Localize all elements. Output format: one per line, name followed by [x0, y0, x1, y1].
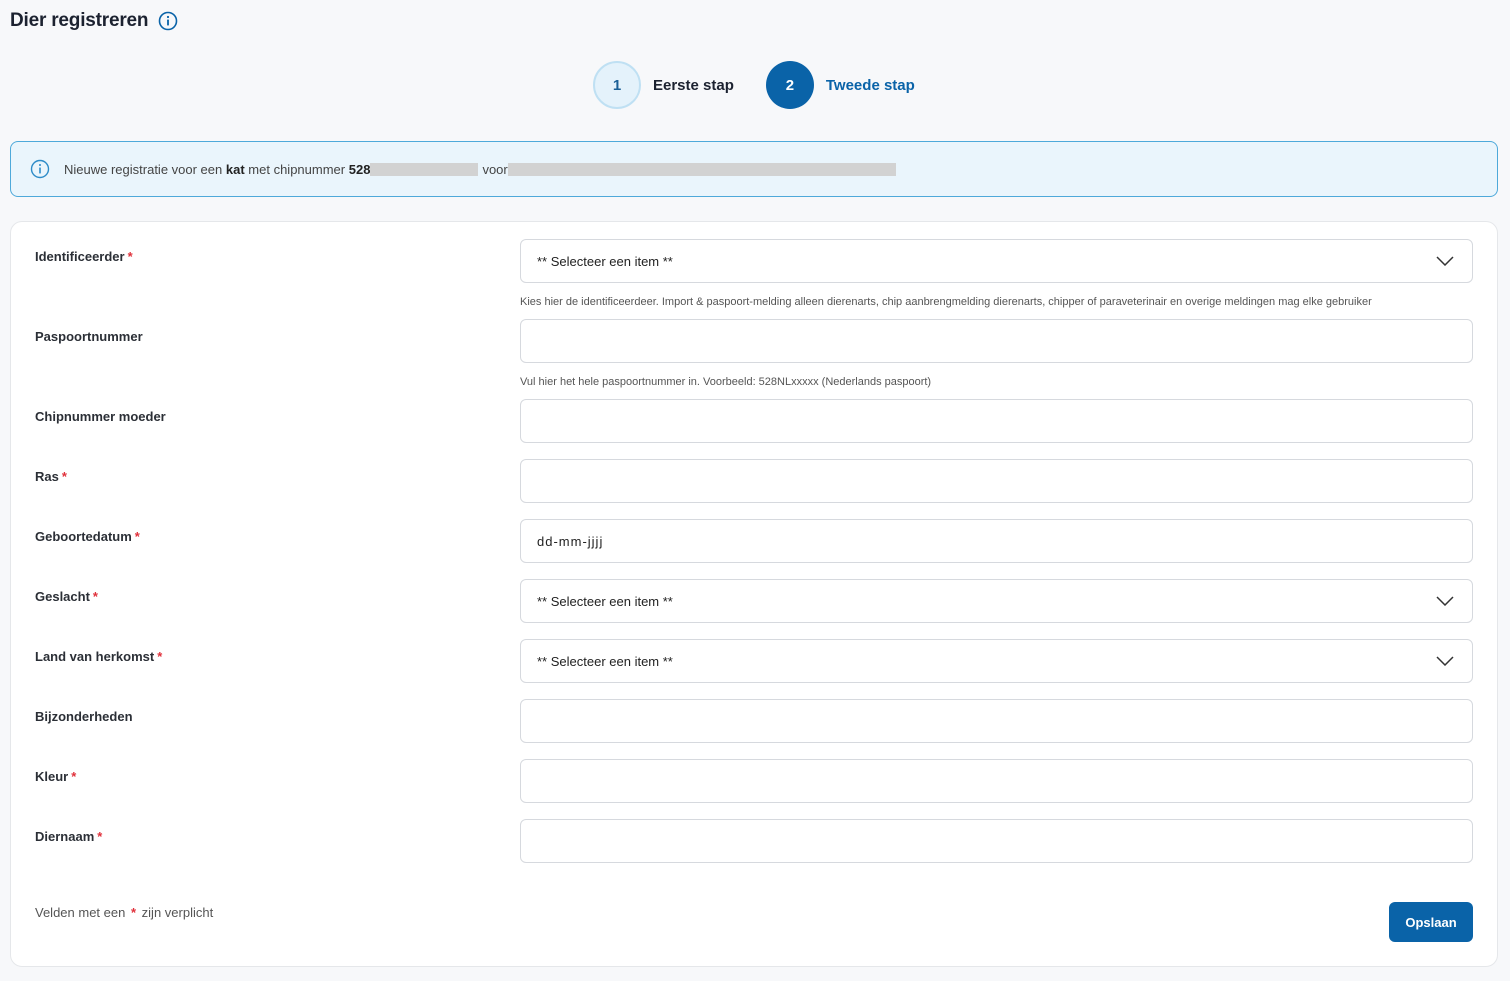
notice-chip-prefix: 528	[348, 161, 371, 177]
field-label: Geslacht *	[35, 589, 98, 604]
field-label: Identificeerder *	[35, 249, 133, 264]
registration-notice: Nieuwe registratie voor een kat met chip…	[10, 141, 1498, 197]
field-label: Land van herkomst *	[35, 649, 163, 664]
paspoortnummer-input[interactable]	[520, 319, 1473, 363]
step-1[interactable]: 1 Eerste stap	[593, 61, 734, 109]
field-label: Paspoortnummer	[35, 329, 143, 344]
geslacht-select[interactable]: ** Selecteer een item **	[520, 579, 1473, 623]
notice-text-prefix: Nieuwe registratie voor een	[64, 161, 223, 177]
date-placeholder: dd-mm-jjjj	[537, 533, 604, 549]
select-value: ** Selecteer een item **	[537, 253, 673, 269]
stepper: 1 Eerste stap 2 Tweede stap	[593, 61, 915, 109]
field-hint: Vul hier het hele paspoortnummer in. Voo…	[520, 376, 932, 388]
land-van-herkomst-select[interactable]: ** Selecteer een item **	[520, 639, 1473, 683]
page-title: Dier registreren	[10, 10, 149, 31]
identificeerder-select[interactable]: ** Selecteer een item **	[520, 239, 1473, 283]
field-label: Diernaam *	[35, 829, 103, 844]
chevron-down-icon	[1436, 656, 1454, 666]
chipnummer-moeder-input[interactable]	[520, 399, 1473, 443]
field-label: Chipnummer moeder	[35, 409, 166, 424]
registration-form: Identificeerder * ** Selecteer een item *…	[10, 221, 1498, 967]
info-circle-icon	[30, 159, 50, 179]
notice-text-for: voor	[482, 161, 508, 177]
step-2-number: 2	[765, 61, 814, 109]
step-1-number: 1	[593, 61, 641, 109]
kleur-input[interactable]	[520, 759, 1473, 803]
notice-animal: kat	[225, 161, 245, 177]
field-hint: Kies hier de identificeerdeer. Import & …	[520, 296, 1372, 308]
step-2[interactable]: 2 Tweede stap	[765, 61, 915, 109]
redacted-owner	[507, 162, 896, 176]
notice-text-mid: met chipnummer	[248, 161, 346, 177]
field-label: Ras *	[35, 469, 67, 484]
select-value: ** Selecteer een item **	[537, 653, 673, 669]
field-label: Geboortedatum *	[35, 529, 140, 544]
required-fields-note: Velden met een * zijn verplicht	[35, 905, 214, 920]
step-2-label: Tweede stap	[825, 76, 915, 94]
geboortedatum-input[interactable]: dd-mm-jjjj	[520, 519, 1473, 563]
step-1-label: Eerste stap	[653, 76, 734, 94]
ras-input[interactable]	[520, 459, 1473, 503]
select-value: ** Selecteer een item **	[537, 593, 673, 609]
redacted-chip-number	[370, 162, 479, 176]
chevron-down-icon	[1436, 256, 1454, 266]
page-header: Dier registreren	[10, 10, 178, 32]
chevron-down-icon	[1436, 596, 1454, 606]
diernaam-input[interactable]	[520, 819, 1473, 863]
save-button[interactable]: Opslaan	[1389, 902, 1473, 942]
info-circle-icon[interactable]	[158, 11, 178, 31]
field-label: Bijzonderheden	[35, 709, 133, 724]
field-label: Kleur *	[35, 769, 77, 784]
bijzonderheden-input[interactable]	[520, 699, 1473, 743]
